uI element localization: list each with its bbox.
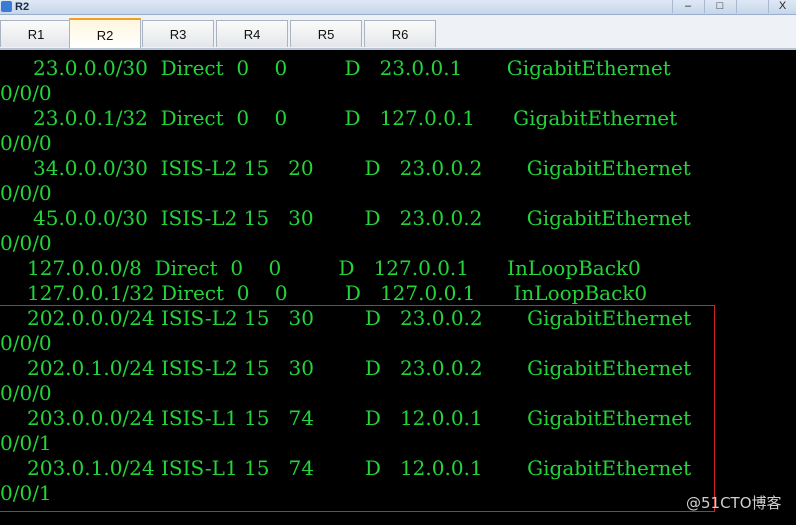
window-title: R2	[15, 1, 30, 13]
route-line: 23.0.0.0/30 Direct 0 0 D 23.0.0.1 Gigabi…	[33, 56, 671, 80]
watermark: @51CTO博客	[686, 494, 782, 512]
session-tab-bar: R1 R2 R3 R4 R5 R6	[0, 15, 796, 50]
tab-r1[interactable]: R1	[0, 20, 72, 47]
close-button[interactable]: X	[768, 0, 796, 13]
route-line: 0/0/0	[0, 81, 52, 105]
restore-button[interactable]: □	[704, 0, 735, 13]
maximize-button[interactable]	[736, 0, 767, 13]
tab-r5[interactable]: R5	[290, 20, 362, 47]
minimize-button[interactable]: –	[672, 0, 703, 13]
app-icon	[1, 1, 12, 12]
route-line: 23.0.0.1/32 Direct 0 0 D 127.0.0.1 Gigab…	[33, 106, 678, 130]
route-line: 127.0.0.0/8 Direct 0 0 D 127.0.0.1 InLoo…	[27, 256, 641, 280]
window-titlebar: R2 – □ X	[0, 0, 796, 15]
route-line: 0/0/0	[0, 181, 52, 205]
route-line: 0/0/0	[0, 131, 52, 155]
route-line: 34.0.0.0/30 ISIS-L2 15 20 D 23.0.0.2 Gig…	[33, 156, 691, 180]
route-line: 0/0/0	[0, 231, 52, 255]
highlight-box	[0, 305, 715, 512]
route-line: 127.0.0.1/32 Direct 0 0 D 127.0.0.1 InLo…	[27, 281, 648, 305]
tab-r4[interactable]: R4	[216, 20, 288, 47]
tab-r3[interactable]: R3	[142, 20, 214, 47]
tab-r2[interactable]: R2	[69, 18, 141, 48]
tab-r6[interactable]: R6	[364, 20, 436, 47]
route-line: 45.0.0.0/30 ISIS-L2 15 30 D 23.0.0.2 Gig…	[33, 206, 691, 230]
